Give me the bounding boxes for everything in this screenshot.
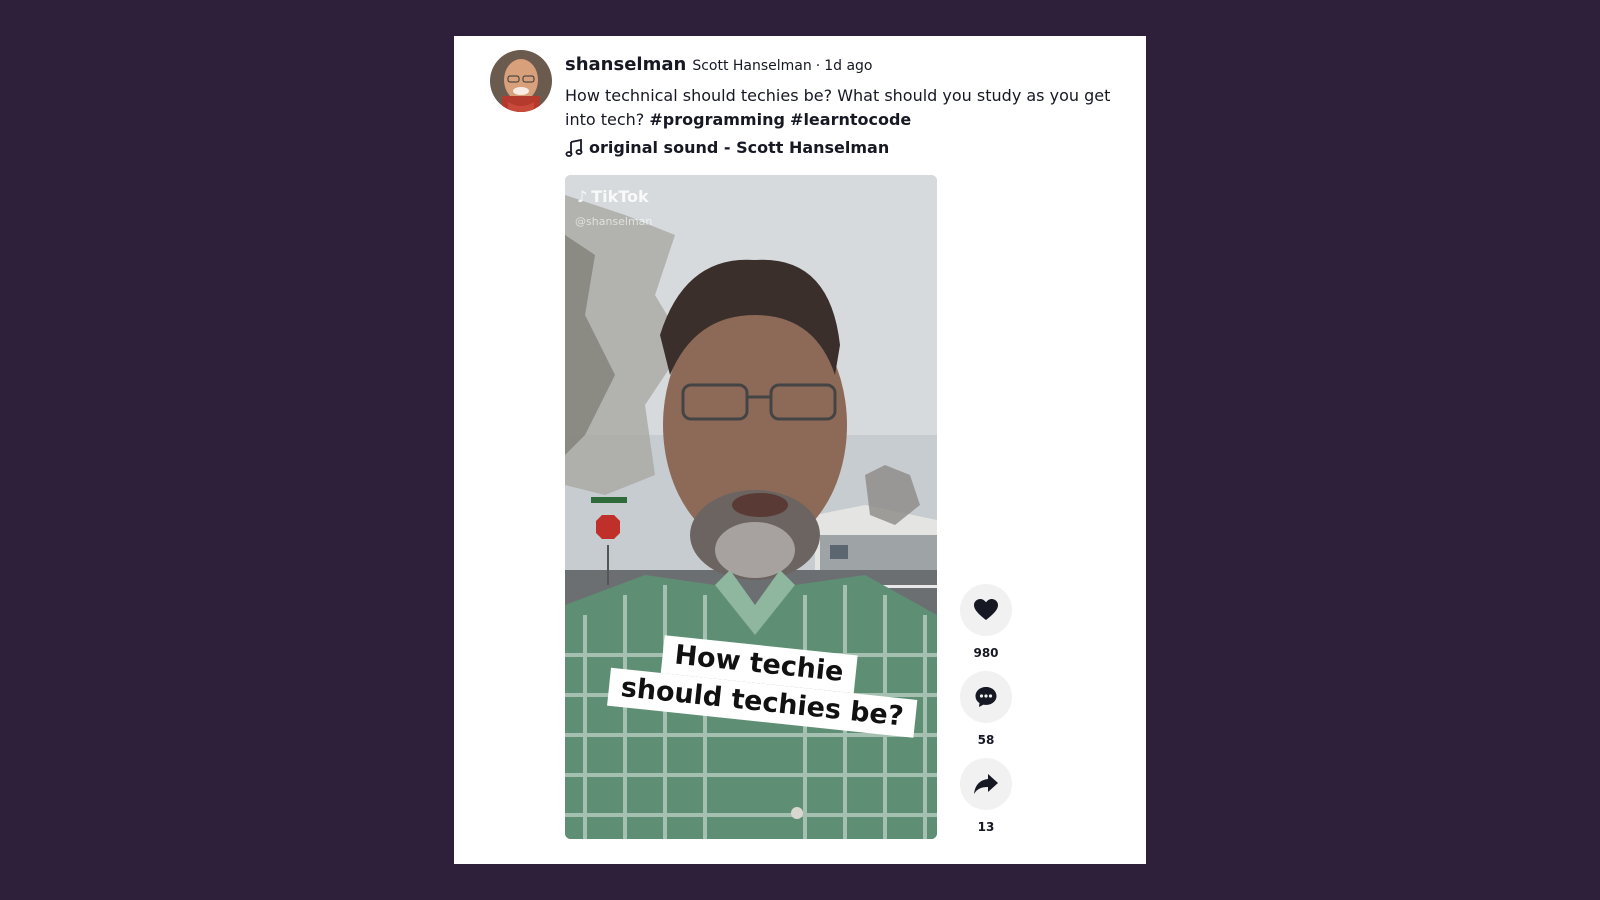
tiktok-watermark: ♪ TikTok: [577, 187, 649, 206]
share-button[interactable]: [960, 758, 1012, 810]
video-frame: [565, 175, 937, 839]
sound-link[interactable]: original sound - Scott Hanselman: [565, 138, 889, 157]
hashtag-programming[interactable]: #programming: [649, 110, 785, 129]
user-avatar[interactable]: [490, 50, 552, 112]
hashtag-learntocode[interactable]: #learntocode: [790, 110, 911, 129]
username[interactable]: shanselman: [565, 54, 686, 75]
sound-name: original sound - Scott Hanselman: [589, 138, 890, 157]
watermark-text: TikTok: [591, 187, 649, 206]
watermark-handle: @shanselman: [575, 215, 653, 228]
share-icon: [974, 774, 998, 794]
post-header: shanselman Scott Hanselman · 1d ago: [565, 54, 873, 75]
action-bar: 980 58 13: [958, 584, 1014, 845]
comment-icon: [975, 687, 997, 707]
tiktok-post-card: shanselman Scott Hanselman · 1d ago How …: [454, 36, 1146, 864]
heart-icon: [974, 599, 998, 620]
comment-count: 58: [977, 733, 995, 747]
tiktok-logo-icon: ♪: [577, 187, 588, 206]
like-count: 980: [973, 646, 999, 660]
music-note-icon: [565, 138, 583, 157]
post-time: 1d ago: [824, 58, 873, 74]
post-caption: How technical should techies be? What sh…: [565, 84, 1125, 132]
separator: ·: [815, 58, 821, 74]
share-count: 13: [977, 820, 995, 834]
display-name[interactable]: Scott Hanselman: [692, 58, 811, 74]
comment-button[interactable]: [960, 671, 1012, 723]
like-button[interactable]: [960, 584, 1012, 636]
video-player[interactable]: ♪ TikTok @shanselman How techie should t…: [565, 175, 937, 839]
